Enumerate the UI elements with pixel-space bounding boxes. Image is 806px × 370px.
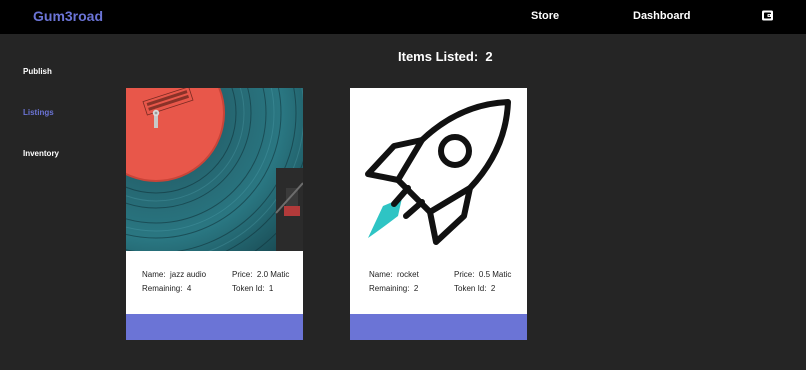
listing-name: Name: rocket — [369, 270, 419, 279]
wallet-icon — [762, 10, 773, 21]
sidebar-item-publish[interactable]: Publish — [23, 67, 52, 76]
name-label: Name: — [369, 270, 393, 279]
token-value: 2 — [490, 284, 496, 293]
listing-remaining: Remaining: 4 — [142, 284, 191, 293]
listing-token-id: Token Id: 1 — [232, 284, 273, 293]
price-value: 0.5 Matic — [478, 270, 512, 279]
listing-info: Name: jazz audio Price: 2.0 Matic Remain… — [126, 251, 303, 314]
listing-image — [350, 88, 527, 251]
listing-footer-button[interactable] — [126, 314, 303, 340]
name-label: Name: — [142, 270, 166, 279]
listing-card[interactable]: Name: rocket Price: 0.5 Matic Remaining:… — [350, 88, 527, 340]
price-label: Price: — [454, 270, 475, 279]
token-value: 1 — [268, 284, 274, 293]
token-label: Token Id: — [232, 284, 265, 293]
remaining-label: Remaining: — [369, 284, 410, 293]
nav-dashboard-link[interactable]: Dashboard — [633, 10, 690, 22]
items-listed-heading: Items Listed: 2 — [398, 49, 493, 64]
listing-price: Price: 2.0 Matic — [232, 270, 289, 279]
listing-footer-button[interactable] — [350, 314, 527, 340]
remaining-label: Remaining: — [142, 284, 183, 293]
top-navbar: Gum3road Store Dashboard — [0, 0, 806, 34]
listing-info: Name: rocket Price: 0.5 Matic Remaining:… — [350, 251, 527, 314]
name-value: jazz audio — [170, 270, 207, 279]
listing-price: Price: 0.5 Matic — [454, 270, 511, 279]
remaining-value: 4 — [186, 284, 192, 293]
price-label: Price: — [232, 270, 253, 279]
brand-logo[interactable]: Gum3road — [33, 8, 103, 24]
items-listed-count: 2 — [485, 49, 493, 64]
listing-image — [126, 88, 303, 251]
remaining-value: 2 — [413, 284, 419, 293]
wallet-button[interactable] — [761, 9, 775, 22]
sidebar-item-inventory[interactable]: Inventory — [23, 149, 59, 158]
nav-store-link[interactable]: Store — [531, 10, 559, 22]
listing-token-id: Token Id: 2 — [454, 284, 495, 293]
price-value: 2.0 Matic — [256, 270, 290, 279]
rocket-icon — [350, 88, 527, 251]
token-label: Token Id: — [454, 284, 487, 293]
listing-name: Name: jazz audio — [142, 270, 206, 279]
listing-card[interactable]: Name: jazz audio Price: 2.0 Matic Remain… — [126, 88, 303, 340]
listing-remaining: Remaining: 2 — [369, 284, 418, 293]
sidebar-item-listings[interactable]: Listings — [23, 108, 54, 117]
vinyl-record-photo — [126, 88, 303, 251]
items-listed-label: Items Listed: — [398, 49, 479, 64]
name-value: rocket — [397, 270, 419, 279]
